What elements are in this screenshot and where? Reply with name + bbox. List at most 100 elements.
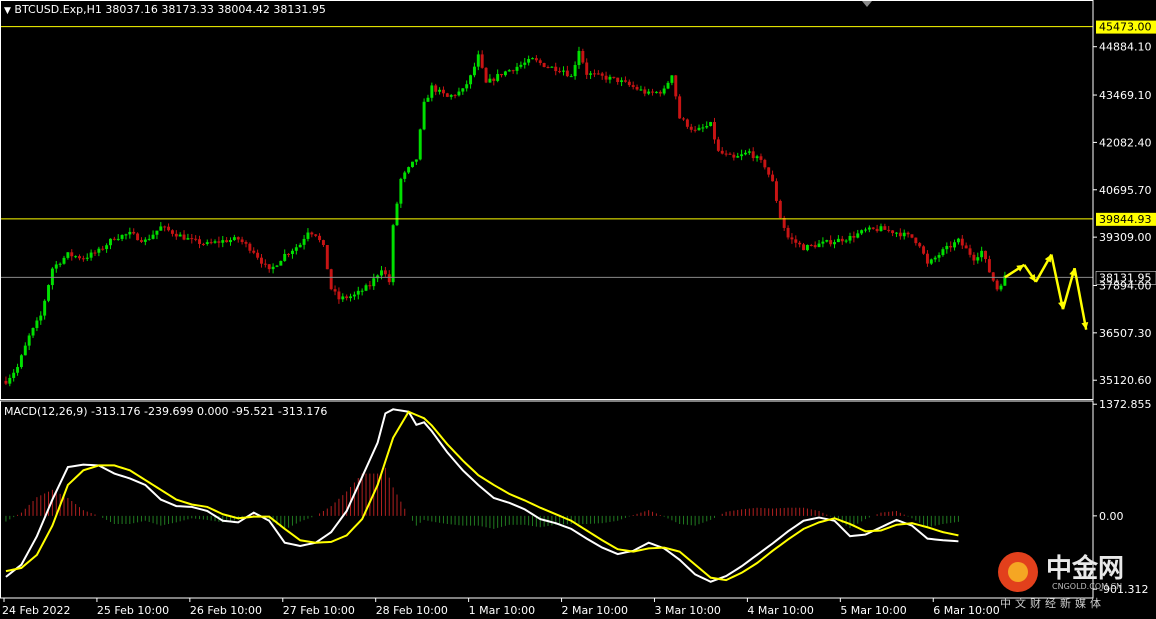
candle-body <box>666 82 670 89</box>
candle-body <box>674 75 678 97</box>
price-tick-label: 37894.00 <box>1099 279 1152 292</box>
candle-body <box>945 245 949 250</box>
candle-body <box>740 154 744 157</box>
candle <box>399 177 403 208</box>
candle-body <box>275 265 279 267</box>
candle-body <box>972 254 976 261</box>
candle-body <box>821 241 825 244</box>
candle-body <box>802 244 806 251</box>
candle-body <box>651 91 655 93</box>
price-tick-label: 40695.70 <box>1099 184 1152 197</box>
candle-body <box>47 285 50 301</box>
candle-body <box>933 257 937 260</box>
price-tick-label: 43469.10 <box>1099 89 1152 102</box>
watermark-subtitle: 中文财经新媒体 <box>1000 597 1105 610</box>
candle-body <box>325 245 329 270</box>
candle-body <box>159 226 163 231</box>
candle <box>709 121 713 127</box>
candle-body <box>217 241 221 243</box>
candle-body <box>461 88 465 92</box>
candle-body <box>968 248 972 255</box>
price-tick-label: 35120.60 <box>1099 374 1152 387</box>
candle-body <box>132 231 136 234</box>
price-tick-label: 44884.10 <box>1099 41 1152 54</box>
candle-body <box>240 239 244 243</box>
candle <box>136 232 140 241</box>
candle-body <box>898 232 902 237</box>
candle-body <box>422 101 426 130</box>
candle-body <box>163 226 167 228</box>
candle-body <box>925 253 929 264</box>
candle-body <box>434 85 438 92</box>
watermark-name-cn: 中金网 <box>1046 554 1125 584</box>
candle-body <box>589 73 593 75</box>
candle-body <box>852 235 856 238</box>
candle-body <box>66 252 70 258</box>
price-tick-label: 42082.40 <box>1099 136 1152 149</box>
candle-body <box>809 244 813 246</box>
candle-body <box>8 377 12 384</box>
candle-body <box>678 96 682 119</box>
time-tick-label: 26 Feb 10:00 <box>190 604 262 617</box>
candle-body <box>74 256 78 258</box>
candle-body <box>143 239 147 242</box>
candle-body <box>194 238 198 240</box>
candle-body <box>867 227 871 230</box>
time-tick-label: 1 Mar 10:00 <box>469 604 535 617</box>
candle-body <box>836 238 840 243</box>
watermark-name-en: CNGOLD.COM.CN <box>1052 582 1123 591</box>
candle <box>542 62 546 68</box>
candle-body <box>519 64 523 67</box>
candle-body <box>953 242 957 248</box>
candle <box>411 161 414 168</box>
candle <box>581 48 585 64</box>
candle-body <box>817 243 821 248</box>
candle-body <box>709 122 713 126</box>
candle-body <box>713 122 716 140</box>
candle-body <box>321 240 325 246</box>
candle-body <box>383 270 387 275</box>
candle-body <box>287 253 291 255</box>
candle-body <box>16 367 20 373</box>
candle-body <box>283 253 287 261</box>
candle-body <box>879 226 883 232</box>
candle-body <box>93 252 97 254</box>
candle-body <box>198 239 202 244</box>
time-tick-label: 25 Feb 10:00 <box>97 604 169 617</box>
candle-body <box>751 151 755 159</box>
candle-body <box>534 58 538 61</box>
candle-body <box>411 161 414 168</box>
candle-body <box>449 95 453 97</box>
candle-body <box>798 242 802 245</box>
candle-body <box>476 54 480 67</box>
candle-body <box>894 232 898 234</box>
candle <box>674 74 678 100</box>
candle <box>279 260 283 266</box>
candle-body <box>918 243 922 247</box>
candle-body <box>786 227 790 238</box>
candle-body <box>546 67 550 69</box>
candle-body <box>794 239 798 243</box>
candle-body <box>124 234 128 236</box>
candle-body <box>689 126 693 130</box>
candle-body <box>290 250 294 254</box>
candle-body <box>937 255 941 258</box>
macd-tick-label: 0.00 <box>1099 510 1124 523</box>
candle-body <box>964 245 968 249</box>
candle-body <box>469 75 473 85</box>
price-tick-label: 36507.30 <box>1099 327 1152 340</box>
candle <box>47 284 50 303</box>
macd-header: MACD(12,26,9) -313.176 -239.699 0.000 -9… <box>4 405 328 418</box>
candle-body <box>27 335 31 346</box>
candle-body <box>542 62 546 68</box>
candle-body <box>190 238 194 240</box>
collapse-triangle-icon[interactable]: ▼ <box>4 6 11 16</box>
candle-body <box>840 238 844 242</box>
candle-body <box>612 76 616 78</box>
candle-body <box>368 285 372 287</box>
candle-body <box>643 89 647 94</box>
candle-body <box>43 300 47 316</box>
chart-canvas[interactable]: 45473.0039844.9338131.95 44884.1043469.1… <box>0 0 1156 619</box>
candle-body <box>4 380 8 384</box>
candle-body <box>647 91 651 94</box>
